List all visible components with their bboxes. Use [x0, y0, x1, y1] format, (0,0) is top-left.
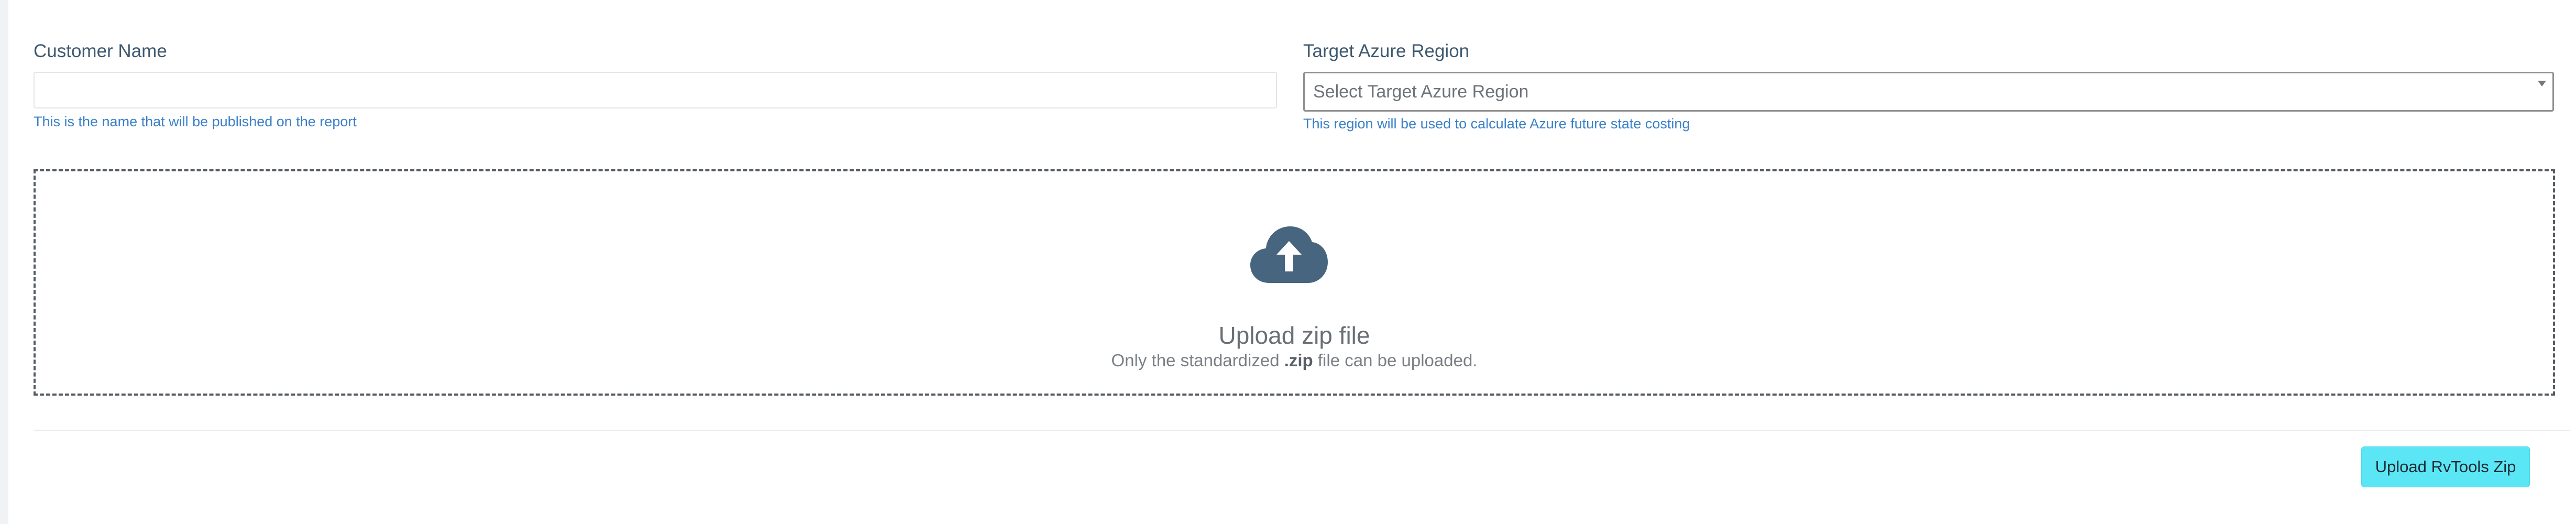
- footer-divider: [34, 430, 2570, 431]
- target-region-label: Target Azure Region: [1303, 41, 1470, 61]
- upload-rvtools-zip-button[interactable]: Upload RvTools Zip: [2361, 446, 2530, 487]
- dropzone-subtitle-ext: .zip: [1284, 351, 1313, 370]
- cloud-upload-icon: [1250, 226, 1328, 283]
- target-region-selected-value: Select Target Azure Region: [1313, 82, 1529, 102]
- target-region-select[interactable]: Select Target Azure Region: [1303, 72, 2554, 112]
- dropzone-subtitle-suffix: file can be uploaded.: [1313, 351, 1478, 370]
- dropzone-subtitle-prefix: Only the standardized: [1111, 351, 1284, 370]
- customer-name-help: This is the name that will be published …: [34, 114, 357, 129]
- customer-name-label: Customer Name: [34, 41, 167, 61]
- customer-name-input[interactable]: [34, 72, 1277, 108]
- target-region-help: This region will be used to calculate Az…: [1303, 116, 1690, 132]
- upload-form-page: Customer Name This is the name that will…: [8, 0, 2576, 524]
- chevron-down-icon: [2538, 81, 2546, 86]
- zip-dropzone[interactable]: Upload zip file Only the standardized .z…: [34, 169, 2555, 396]
- dropzone-title: Upload zip file: [1218, 322, 1370, 349]
- dropzone-subtitle: Only the standardized .zip file can be u…: [36, 352, 2553, 369]
